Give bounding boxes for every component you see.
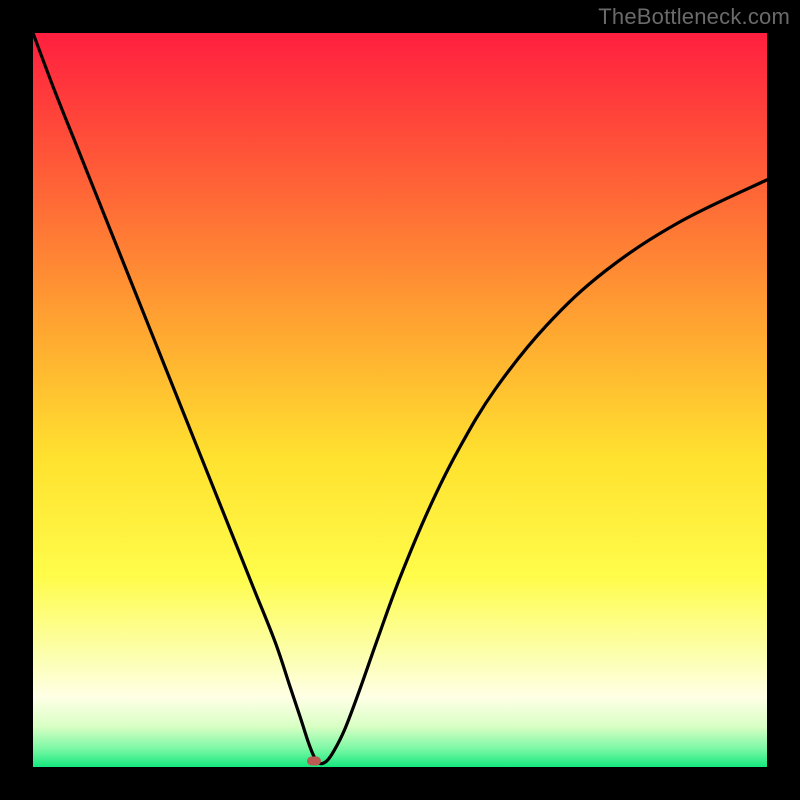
chart-frame: TheBottleneck.com	[0, 0, 800, 800]
watermark-label: TheBottleneck.com	[598, 4, 790, 30]
bottleneck-curve	[33, 33, 767, 767]
plot-area	[33, 33, 767, 767]
minimum-marker	[307, 757, 321, 766]
